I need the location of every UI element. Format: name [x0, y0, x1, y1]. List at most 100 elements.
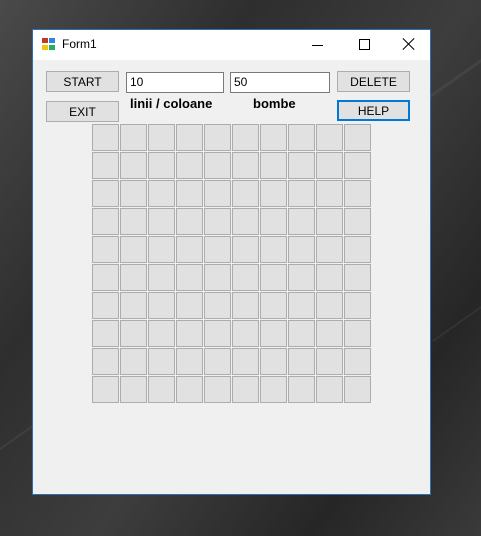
grid-cell-button[interactable]	[92, 152, 119, 179]
grid-cell-button[interactable]	[260, 236, 287, 263]
grid-cell-button[interactable]	[316, 348, 343, 375]
grid-cell-button[interactable]	[344, 264, 371, 291]
grid-cell-button[interactable]	[148, 152, 175, 179]
grid-cell-button[interactable]	[92, 124, 119, 151]
grid-cell-button[interactable]	[344, 348, 371, 375]
grid-cell-button[interactable]	[288, 124, 315, 151]
grid-cell-button[interactable]	[120, 236, 147, 263]
grid-cell-button[interactable]	[148, 124, 175, 151]
grid-cell-button[interactable]	[316, 320, 343, 347]
grid-cell-button[interactable]	[260, 376, 287, 403]
grid-cell-button[interactable]	[232, 264, 259, 291]
grid-cell-button[interactable]	[288, 208, 315, 235]
grid-cell-button[interactable]	[316, 208, 343, 235]
grid-cell-button[interactable]	[344, 152, 371, 179]
grid-cell-button[interactable]	[260, 264, 287, 291]
grid-cell-button[interactable]	[92, 292, 119, 319]
close-button[interactable]	[386, 30, 432, 60]
grid-cell-button[interactable]	[120, 180, 147, 207]
grid-cell-button[interactable]	[176, 124, 203, 151]
grid-cell-button[interactable]	[232, 292, 259, 319]
grid-cell-button[interactable]	[176, 376, 203, 403]
grid-cell-button[interactable]	[120, 152, 147, 179]
grid-cell-button[interactable]	[176, 348, 203, 375]
grid-cell-button[interactable]	[316, 152, 343, 179]
grid-cell-button[interactable]	[92, 376, 119, 403]
start-button[interactable]: START	[46, 71, 119, 92]
minimize-button[interactable]	[295, 30, 341, 60]
grid-cell-button[interactable]	[316, 180, 343, 207]
grid-cell-button[interactable]	[204, 264, 231, 291]
bombs-input[interactable]: 50	[230, 72, 330, 93]
grid-cell-button[interactable]	[288, 152, 315, 179]
grid-cell-button[interactable]	[288, 264, 315, 291]
grid-cell-button[interactable]	[120, 208, 147, 235]
grid-cell-button[interactable]	[232, 180, 259, 207]
grid-cell-button[interactable]	[120, 348, 147, 375]
help-button[interactable]: HELP	[337, 100, 410, 121]
grid-cell-button[interactable]	[232, 348, 259, 375]
grid-cell-button[interactable]	[288, 292, 315, 319]
grid-cell-button[interactable]	[204, 320, 231, 347]
grid-cell-button[interactable]	[260, 348, 287, 375]
grid-cell-button[interactable]	[204, 376, 231, 403]
grid-cell-button[interactable]	[344, 320, 371, 347]
grid-cell-button[interactable]	[344, 292, 371, 319]
grid-cell-button[interactable]	[92, 236, 119, 263]
grid-cell-button[interactable]	[176, 292, 203, 319]
grid-cell-button[interactable]	[288, 236, 315, 263]
grid-cell-button[interactable]	[148, 208, 175, 235]
grid-cell-button[interactable]	[176, 320, 203, 347]
grid-cell-button[interactable]	[288, 180, 315, 207]
grid-cell-button[interactable]	[176, 208, 203, 235]
exit-button[interactable]: EXIT	[46, 101, 119, 122]
grid-cell-button[interactable]	[120, 124, 147, 151]
grid-cell-button[interactable]	[176, 264, 203, 291]
grid-cell-button[interactable]	[316, 264, 343, 291]
grid-cell-button[interactable]	[288, 320, 315, 347]
grid-cell-button[interactable]	[204, 348, 231, 375]
grid-cell-button[interactable]	[344, 208, 371, 235]
grid-cell-button[interactable]	[204, 152, 231, 179]
grid-cell-button[interactable]	[232, 124, 259, 151]
title-bar[interactable]: Form1	[33, 30, 430, 60]
grid-cell-button[interactable]	[148, 376, 175, 403]
grid-cell-button[interactable]	[316, 124, 343, 151]
grid-cell-button[interactable]	[232, 152, 259, 179]
grid-cell-button[interactable]	[120, 292, 147, 319]
grid-cell-button[interactable]	[148, 348, 175, 375]
grid-cell-button[interactable]	[92, 208, 119, 235]
grid-cell-button[interactable]	[260, 180, 287, 207]
grid-cell-button[interactable]	[260, 152, 287, 179]
grid-cell-button[interactable]	[316, 236, 343, 263]
grid-cell-button[interactable]	[92, 320, 119, 347]
grid-cell-button[interactable]	[344, 124, 371, 151]
grid-cell-button[interactable]	[316, 376, 343, 403]
grid-cell-button[interactable]	[120, 264, 147, 291]
grid-cell-button[interactable]	[316, 292, 343, 319]
grid-cell-button[interactable]	[232, 320, 259, 347]
grid-cell-button[interactable]	[92, 180, 119, 207]
grid-cell-button[interactable]	[148, 180, 175, 207]
grid-cell-button[interactable]	[204, 180, 231, 207]
grid-cell-button[interactable]	[148, 292, 175, 319]
grid-cell-button[interactable]	[176, 236, 203, 263]
grid-cell-button[interactable]	[232, 236, 259, 263]
grid-cell-button[interactable]	[260, 124, 287, 151]
delete-button[interactable]: DELETE	[337, 71, 410, 92]
grid-cell-button[interactable]	[176, 152, 203, 179]
maximize-button[interactable]	[341, 30, 387, 60]
grid-cell-button[interactable]	[120, 376, 147, 403]
grid-cell-button[interactable]	[260, 292, 287, 319]
grid-cell-button[interactable]	[204, 236, 231, 263]
grid-cell-button[interactable]	[204, 292, 231, 319]
grid-cell-button[interactable]	[260, 208, 287, 235]
grid-cell-button[interactable]	[148, 264, 175, 291]
grid-cell-button[interactable]	[288, 348, 315, 375]
grid-cell-button[interactable]	[232, 208, 259, 235]
grid-cell-button[interactable]	[344, 376, 371, 403]
grid-cell-button[interactable]	[204, 124, 231, 151]
grid-cell-button[interactable]	[232, 376, 259, 403]
grid-cell-button[interactable]	[204, 208, 231, 235]
grid-cell-button[interactable]	[260, 320, 287, 347]
